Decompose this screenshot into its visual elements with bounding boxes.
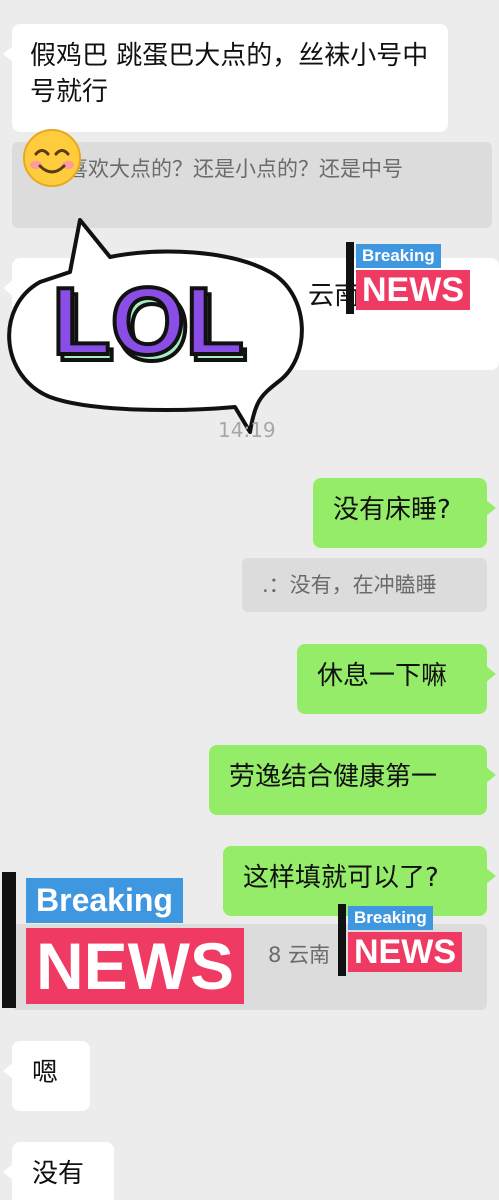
breaking-label: Breaking (348, 906, 433, 930)
message-text: 这样填就可以了? (243, 863, 439, 893)
breaking-label: Breaking (26, 878, 183, 923)
message-text: 假鸡巴 跳蛋巴大点的，丝袜小号中号就行 (30, 41, 429, 107)
news-label: NEWS (26, 928, 244, 1004)
smile-emoji-icon (22, 128, 82, 188)
message-bubble-sent[interactable]: 没有床睡? (313, 478, 496, 548)
breaking-news-sticker: Breaking NEWS (338, 904, 472, 976)
quoted-text: ：喜欢大点的？还是小点的？还是中号 (46, 157, 403, 181)
message-bubble-received[interactable]: 嗯 (3, 1041, 90, 1111)
message-bubble-sent[interactable]: 劳逸结合健康第一 (209, 745, 496, 815)
message-text: 嗯 (32, 1058, 59, 1088)
quoted-text: 8 云南 (268, 943, 331, 967)
breaking-news-sticker: Breaking NEWS (2, 872, 268, 1010)
message-text: 没有 (32, 1159, 85, 1189)
lol-text: LOL (52, 268, 244, 375)
quoted-text: .：没有，在冲瞌睡 (262, 573, 437, 597)
news-label: NEWS (356, 270, 470, 310)
message-bubble-sent[interactable]: 休息一下嘛 (297, 644, 496, 714)
news-label: NEWS (348, 932, 462, 972)
breaking-news-sticker: Breaking NEWS (346, 242, 480, 314)
message-bubble-received[interactable]: 假鸡巴 跳蛋巴大点的，丝袜小号中号就行 (3, 24, 448, 132)
breaking-label: Breaking (356, 244, 441, 268)
quoted-message[interactable]: .：没有，在冲瞌睡 (242, 558, 487, 612)
timestamp: 14:19 (218, 418, 276, 442)
message-text: 劳逸结合健康第一 (229, 762, 438, 792)
message-bubble-received[interactable]: 没有 (3, 1142, 114, 1200)
lol-sticker: LOL LOL (0, 212, 310, 442)
message-text: 休息一下嘛 (317, 661, 448, 691)
message-text: 没有床睡? (333, 495, 451, 525)
